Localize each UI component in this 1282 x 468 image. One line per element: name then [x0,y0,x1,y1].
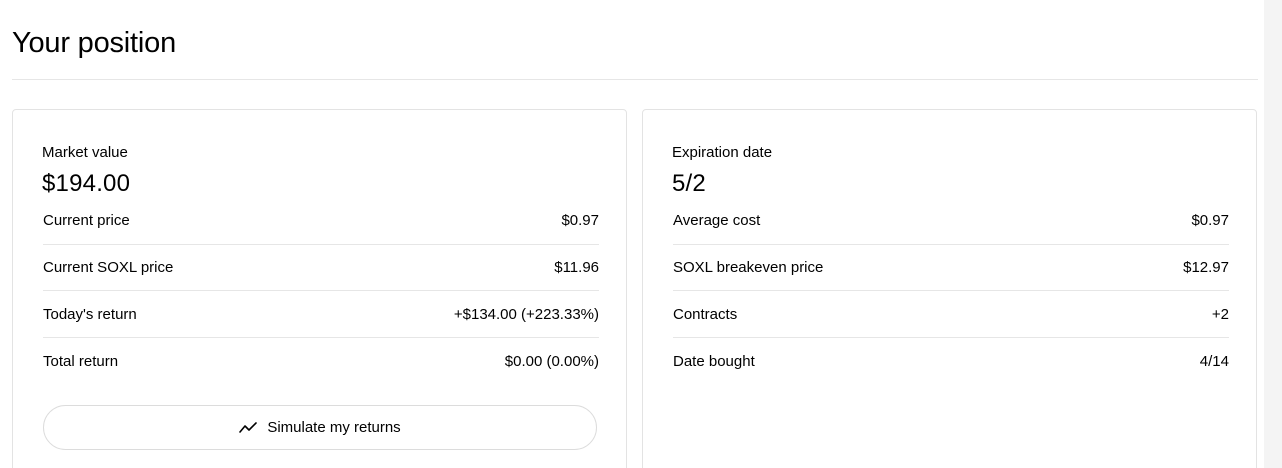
contract-details-list: Average cost $0.97 SOXL breakeven price … [673,198,1229,385]
section-header: Your position [12,0,1258,80]
detail-label: Current SOXL price [43,259,174,277]
detail-label: Contracts [673,305,738,323]
expiration-date-value: 5/2 [672,170,706,197]
simulate-returns-label: Simulate my returns [267,419,401,436]
market-value-label: Market value [42,144,128,161]
detail-row-average-cost: Average cost $0.97 [673,198,1229,245]
market-value-card: Market value $194.00 Current price $0.97… [12,109,627,468]
page-scrollbar[interactable] [1264,0,1282,468]
detail-row-current-price: Current price $0.97 [43,198,599,245]
position-page: Your position Market value $194.00 Curre… [0,0,1282,468]
detail-value: 4/14 [1199,352,1229,370]
detail-value: $0.97 [1191,212,1229,230]
detail-row-breakeven-price: SOXL breakeven price $12.97 [673,245,1229,292]
detail-label: SOXL breakeven price [673,259,824,277]
market-details-list: Current price $0.97 Current SOXL price $… [43,198,599,385]
detail-label: Date bought [673,352,755,370]
detail-value: +2 [1211,305,1229,323]
expiration-card: Expiration date 5/2 Average cost $0.97 S… [642,109,1257,468]
trend-line-icon [239,421,258,435]
detail-value: +$134.00 (+223.33%) [453,305,599,323]
simulate-returns-button[interactable]: Simulate my returns [43,405,597,450]
detail-row-date-bought: Date bought 4/14 [673,338,1229,385]
page-title: Your position [12,27,177,59]
detail-value: $11.96 [554,259,599,277]
detail-label: Current price [43,212,130,230]
expiration-date-label: Expiration date [672,144,773,161]
detail-row-total-return: Total return $0.00 (0.00%) [43,338,599,385]
detail-row-contracts: Contracts +2 [673,291,1229,339]
detail-value: $12.97 [1183,259,1229,277]
detail-label: Today's return [43,305,137,323]
detail-value: $0.97 [561,212,599,230]
detail-value: $0.00 (0.00%) [504,352,599,370]
market-value-amount: $194.00 [42,170,131,197]
detail-row-current-soxl-price: Current SOXL price $11.96 [43,245,599,292]
detail-label: Average cost [673,212,761,230]
detail-label: Total return [43,352,119,370]
detail-row-todays-return: Today's return +$134.00 (+223.33%) [43,291,599,339]
